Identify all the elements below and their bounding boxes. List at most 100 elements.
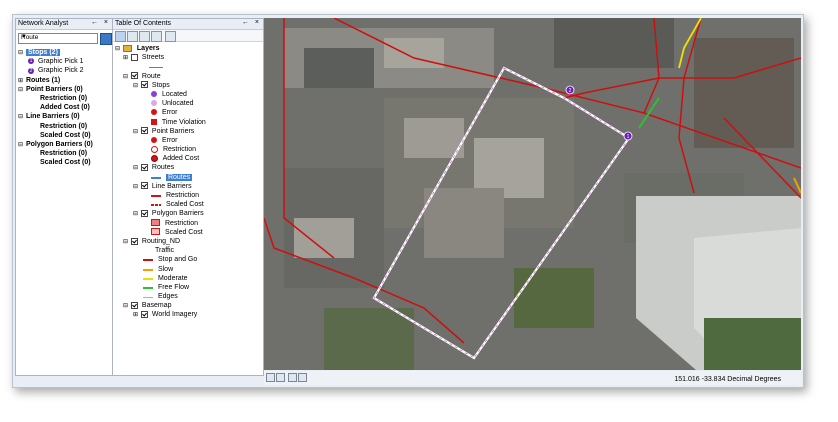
stops-error-row: Error	[113, 108, 263, 117]
stop-item-1[interactable]: 1 Graphic Pick 1	[16, 57, 112, 66]
streets-symbol-row	[113, 62, 263, 71]
pg-restriction-polygon-symbol	[151, 219, 160, 227]
routes-line-symbol	[151, 176, 161, 179]
list-by-selection-icon[interactable]	[151, 31, 162, 42]
stop-and-go-label: Stop and Go	[157, 256, 198, 264]
lb-scaled-cost-label: Scaled Cost	[165, 201, 204, 209]
application-window: Network Analyst ← × Route ▼ ⊟ Stops (2) …	[12, 14, 804, 388]
list-by-drawing-order-icon[interactable]	[115, 31, 126, 42]
chevron-down-icon[interactable]: ▼	[21, 34, 96, 40]
lb-restriction-item[interactable]: Restriction (0)	[16, 122, 112, 131]
pb-restriction-item[interactable]: Restriction (0)	[16, 94, 112, 103]
route-visibility-checkbox[interactable]	[130, 72, 138, 80]
pb-added-cost-item[interactable]: Added Cost (0)	[16, 103, 112, 112]
time-violation-symbol-icon	[151, 118, 157, 125]
network-analyst-properties-button[interactable]	[100, 33, 112, 45]
lb-scaled-cost-item[interactable]: Scaled Cost (0)	[16, 131, 112, 140]
stops-unlocated-row: Unlocated	[113, 99, 263, 108]
unlocated-symbol-icon	[151, 100, 157, 107]
pb-error-symbol-icon	[151, 137, 157, 144]
layers-folder-icon	[122, 44, 132, 52]
network-analyst-window-controls[interactable]: ← ×	[91, 19, 110, 26]
toc-layer-route[interactable]: ⊟ Route	[113, 72, 263, 81]
layers-label: Layers	[136, 45, 160, 52]
toc-layer-routing-nd[interactable]: ⊟ Routing_ND	[113, 237, 263, 246]
aerial-imagery-map[interactable]: 1 2	[264, 18, 801, 370]
toc-layer-world-imagery[interactable]: ⊞ World Imagery	[113, 310, 263, 319]
pg-restriction-item[interactable]: Restriction (0)	[16, 149, 112, 158]
routes-visibility-checkbox[interactable]	[140, 164, 148, 172]
toc-sublayer-line-barriers[interactable]: ⊟ Line Barriers	[113, 182, 263, 191]
traffic-stop-and-go-row: Stop and Go	[113, 255, 263, 264]
stop-item-label: Graphic Pick 1	[37, 58, 84, 66]
stops-class-label[interactable]: Stops (2)	[25, 49, 60, 56]
coordinate-readout: 151.016 -33.834 Decimal Degrees	[674, 376, 781, 383]
refresh-icon[interactable]	[288, 373, 297, 382]
pb-added-cost-symbol-icon	[151, 154, 158, 162]
pg-scaled-cost-label: Scaled Cost	[164, 228, 203, 236]
toc-window-controls[interactable]: ← ×	[242, 19, 261, 26]
edges-row: Edges	[113, 292, 263, 301]
expand-icon[interactable]: ⊞	[133, 311, 139, 320]
routes-class-label: Routes (1)	[25, 76, 61, 84]
stops-label: Stops	[151, 81, 170, 89]
streets-label: Streets	[141, 54, 165, 62]
pause-drawing-icon[interactable]	[298, 373, 307, 382]
data-view-icon[interactable]	[266, 373, 275, 382]
pg-scaled-cost-item[interactable]: Scaled Cost (0)	[16, 158, 112, 167]
status-bar: 151.016 -33.834 Decimal Degrees	[264, 371, 801, 385]
world-imagery-label: World Imagery	[151, 311, 198, 319]
time-violation-label: Time Violation	[161, 118, 206, 126]
stop-item-2[interactable]: 2 Graphic Pick 2	[16, 66, 112, 75]
routes-symbol-row[interactable]: Routes	[113, 173, 263, 182]
lb-restriction-row: Restriction	[113, 191, 263, 200]
options-icon[interactable]	[165, 31, 176, 42]
tree-item-stops[interactable]: ⊟ Stops (2)	[16, 48, 112, 57]
toc-title: Table Of Contents	[115, 20, 172, 27]
pg-scaled-cost-polygon-symbol	[151, 228, 160, 236]
toc-sublayer-point-barriers[interactable]: ⊟ Point Barriers	[113, 127, 263, 136]
layout-view-icon[interactable]	[276, 373, 285, 382]
map-view[interactable]: 1 2	[264, 18, 801, 370]
list-by-source-icon[interactable]	[127, 31, 138, 42]
network-analyst-title: Network Analyst	[18, 20, 69, 27]
free-flow-line-symbol	[143, 287, 153, 290]
lb-restriction-line-symbol	[151, 195, 161, 198]
table-of-contents-window: Table Of Contents ← × ⊟ Layers ⊞ Streets	[112, 18, 264, 376]
list-by-visibility-icon[interactable]	[139, 31, 150, 42]
line-barriers-label: Line Barriers	[151, 182, 192, 190]
routes-item-label[interactable]: Routes	[165, 173, 193, 181]
pb-error-row: Error	[113, 136, 263, 145]
network-analyst-tree: ⊟ Stops (2) 1 Graphic Pick 1 2 Graphic P…	[16, 48, 112, 167]
world-imagery-visibility-checkbox[interactable]	[140, 311, 148, 319]
streets-line-symbol	[149, 67, 163, 69]
stops-located-row: Located	[113, 90, 263, 99]
line-barriers-visibility-checkbox[interactable]	[140, 182, 148, 190]
stop-and-go-line-symbol	[143, 259, 153, 262]
traffic-slow-row: Slow	[113, 265, 263, 274]
lb-scaled-cost-line-symbol	[151, 204, 161, 207]
traffic-moderate-row: Moderate	[113, 274, 263, 283]
stops-visibility-checkbox[interactable]	[140, 81, 148, 89]
point-barriers-visibility-checkbox[interactable]	[140, 127, 148, 135]
toc-sublayer-polygon-barriers[interactable]: ⊟ Polygon Barriers	[113, 209, 263, 218]
toc-sublayer-stops[interactable]: ⊟ Stops	[113, 81, 263, 90]
tree-item-routes[interactable]: ⊞ Routes (1)	[16, 76, 112, 85]
polygon-barriers-visibility-checkbox[interactable]	[140, 210, 148, 218]
analysis-layer-select[interactable]: Route ▼	[18, 33, 98, 44]
basemap-visibility-checkbox[interactable]	[130, 301, 138, 309]
tree-item-polygon-barriers[interactable]: ⊟ Polygon Barriers (0)	[16, 140, 112, 149]
tree-item-line-barriers[interactable]: ⊟ Line Barriers (0)	[16, 112, 112, 121]
toc-layer-streets[interactable]: ⊞ Streets	[113, 53, 263, 62]
polygon-barriers-label: Polygon Barriers (0)	[25, 140, 93, 148]
toc-sublayer-routes[interactable]: ⊟ Routes	[113, 163, 263, 172]
toc-layer-basemap[interactable]: ⊟ Basemap	[113, 301, 263, 310]
stop-pin-icon: 1	[28, 58, 34, 65]
polygon-barriers-label: Polygon Barriers	[151, 210, 204, 218]
routing-nd-visibility-checkbox[interactable]	[130, 237, 138, 245]
located-symbol-icon	[151, 91, 157, 98]
tree-item-point-barriers[interactable]: ⊟ Point Barriers (0)	[16, 85, 112, 94]
stops-time-violation-row: Time Violation	[113, 118, 263, 127]
toc-layers-root[interactable]: ⊟ Layers	[113, 44, 263, 53]
streets-visibility-checkbox[interactable]	[130, 53, 138, 61]
